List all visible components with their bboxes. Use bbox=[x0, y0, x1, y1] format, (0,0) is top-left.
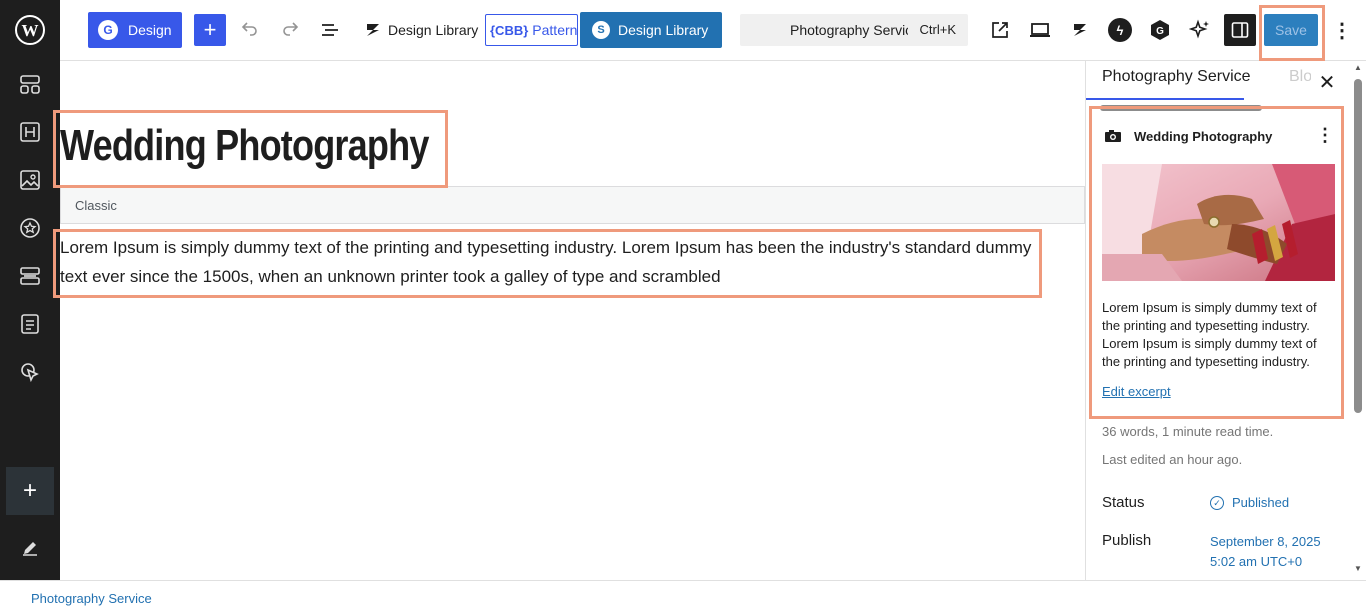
close-icon[interactable]: ✕ bbox=[1317, 72, 1337, 94]
panel-scrollbar[interactable] bbox=[1354, 79, 1362, 413]
pattern-label: Pattern bbox=[532, 22, 578, 38]
command-shortcut: Ctrl+K bbox=[919, 22, 956, 37]
pattern-button[interactable]: {CBB} Pattern bbox=[485, 14, 578, 46]
post-summary-header: Wedding Photography bbox=[1104, 125, 1339, 147]
form-icon[interactable] bbox=[10, 304, 50, 344]
undo-icon[interactable] bbox=[234, 12, 266, 48]
design-button-label: Design bbox=[128, 22, 172, 38]
svg-text:G: G bbox=[1156, 26, 1164, 37]
post-paragraph[interactable]: Lorem Ipsum is simply dummy text of the … bbox=[60, 233, 1050, 291]
status-value-button[interactable]: ✓ Published bbox=[1210, 493, 1289, 513]
settings-sidebar-toggle-icon[interactable] bbox=[1224, 14, 1256, 46]
design-library2-label: Design Library bbox=[618, 22, 709, 38]
layout-icon[interactable] bbox=[10, 64, 50, 104]
design-button[interactable]: G Design bbox=[88, 12, 182, 48]
post-summary-title: Wedding Photography bbox=[1134, 128, 1273, 144]
image-icon[interactable] bbox=[10, 160, 50, 200]
post-excerpt: Lorem Ipsum is simply dummy text of the … bbox=[1102, 300, 1317, 369]
edit-excerpt-link[interactable]: Edit excerpt bbox=[1102, 384, 1171, 399]
last-edited: Last edited an hour ago. bbox=[1102, 452, 1243, 467]
status-value: Published bbox=[1232, 495, 1290, 510]
design-library-primary-button[interactable]: S Design Library bbox=[580, 12, 722, 48]
save-button[interactable]: Save bbox=[1264, 14, 1318, 46]
bolt-icon[interactable]: ϟ bbox=[1108, 12, 1132, 48]
view-post-icon[interactable] bbox=[984, 12, 1016, 48]
options-more-icon[interactable]: ⋮ bbox=[1330, 12, 1354, 48]
breadcrumb[interactable]: Photography Service bbox=[31, 591, 152, 606]
editor-footer: Photography Service bbox=[0, 580, 1366, 615]
published-check-icon: ✓ bbox=[1210, 496, 1224, 510]
device-preview-icon[interactable] bbox=[1024, 12, 1056, 48]
publish-value: September 8, 2025 5:02 am UTC+0 bbox=[1210, 534, 1321, 569]
tab-block[interactable]: Block bbox=[1289, 68, 1311, 86]
design-library-label: Design Library bbox=[388, 22, 479, 38]
command-palette-button[interactable]: Photography Service Ctrl+K bbox=[740, 14, 968, 46]
pointer-icon[interactable] bbox=[10, 352, 50, 392]
ai-sparkle-icon[interactable] bbox=[1184, 12, 1216, 48]
status-label: Status bbox=[1102, 494, 1145, 511]
design-library-button[interactable]: Design Library bbox=[360, 12, 482, 48]
left-sidebar: W + bbox=[0, 0, 60, 580]
command-title: Photography Service bbox=[790, 22, 908, 38]
star-badge-icon[interactable] bbox=[10, 208, 50, 248]
featured-image[interactable] bbox=[1102, 164, 1335, 281]
list-view-icon[interactable] bbox=[314, 12, 346, 48]
pencil-icon[interactable] bbox=[10, 528, 50, 568]
settings-panel: Photography Service Block ✕ ▲ ▼ Wedding … bbox=[1085, 61, 1366, 580]
redo-icon[interactable] bbox=[274, 12, 306, 48]
add-block-button[interactable]: + bbox=[194, 14, 226, 46]
plus-icon[interactable]: + bbox=[6, 467, 54, 515]
scroll-up-arrow-icon[interactable]: ▲ bbox=[1354, 63, 1362, 72]
publish-date-button[interactable]: September 8, 2025 5:02 am UTC+0 bbox=[1210, 532, 1330, 580]
post-title[interactable]: Wedding Photography bbox=[60, 121, 429, 171]
editor-app: W + G Design + Design Library {CBB} Patt… bbox=[0, 0, 1366, 615]
stackable-toolbar-icon[interactable] bbox=[1064, 12, 1096, 48]
publish-label: Publish bbox=[1102, 532, 1152, 549]
g-logo-icon: G bbox=[98, 20, 118, 40]
svg-text:W: W bbox=[22, 21, 39, 40]
wordpress-logo-icon[interactable]: W bbox=[0, 0, 60, 60]
tab-post[interactable]: Photography Service bbox=[1102, 68, 1251, 86]
heading-icon[interactable] bbox=[10, 112, 50, 152]
scroll-down-arrow-icon[interactable]: ▼ bbox=[1354, 564, 1362, 573]
tabs-horizontal-scrollbar[interactable] bbox=[1100, 105, 1262, 111]
stackable-icon bbox=[367, 24, 379, 36]
blocks-icon[interactable] bbox=[10, 256, 50, 296]
camera-icon bbox=[1105, 130, 1121, 142]
classic-block-toolbar[interactable]: Classic bbox=[60, 186, 1085, 224]
cbb-badge: {CBB} bbox=[490, 22, 529, 38]
s-logo-icon: S bbox=[592, 21, 610, 39]
top-toolbar: G Design + Design Library {CBB} Pattern … bbox=[60, 0, 1366, 61]
word-count: 36 words, 1 minute read time. bbox=[1102, 424, 1274, 439]
post-actions-more-icon[interactable]: ⋮ bbox=[1316, 125, 1334, 146]
g-hex-icon[interactable]: G bbox=[1148, 12, 1172, 48]
tab-active-indicator bbox=[1086, 98, 1244, 100]
editor-canvas: Wedding Photography Classic Lorem Ipsum … bbox=[60, 61, 1085, 580]
